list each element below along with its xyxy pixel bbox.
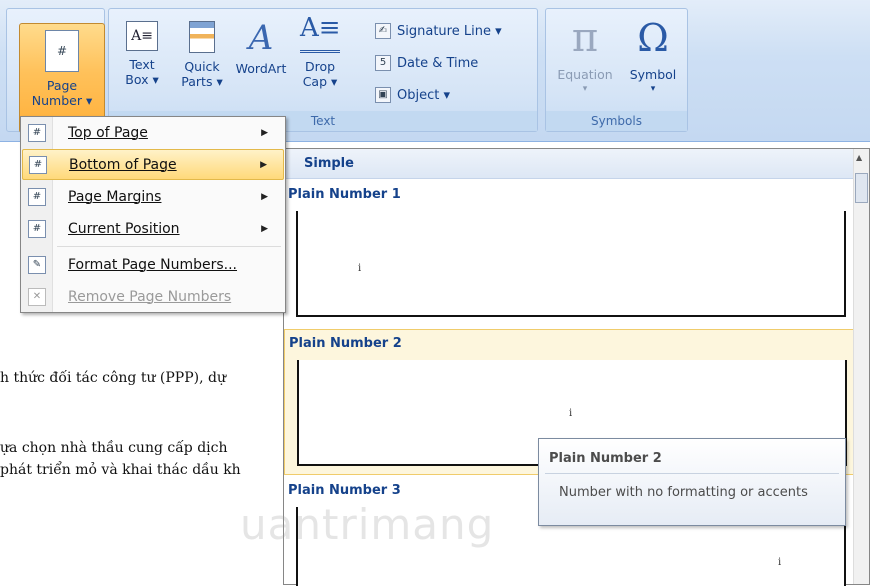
scroll-thumb[interactable] [855,173,868,203]
drop-cap-label-1: Drop [304,59,336,74]
signature-icon: ✍ [375,23,391,39]
document-line-1: h thức đối tác công tư (PPP), dự [0,370,226,386]
pi-icon: π [571,15,599,61]
menu-item-label: Bottom of Page [69,156,177,173]
date-time-label: Date & Time [397,55,479,71]
menu-item-format-page-numbers[interactable]: ✎ Format Page Numbers... [22,249,284,280]
gallery-item-title: Plain Number 2 [289,336,402,351]
quick-parts-label-2: Parts ▾ [181,74,223,89]
gallery-item-title: Plain Number 3 [288,483,401,498]
page-number-label-2: Number ▾ [31,93,93,108]
symbols-group: π Equation ▾ Ω Symbol ▾ Symbols [545,8,688,132]
quick-parts-icon [189,21,215,53]
watermark: uantrimang [240,500,495,549]
object-label: Object ▾ [397,87,450,103]
document-line-3: phát triển mỏ và khai thác dầu kh [0,462,241,478]
symbol-button[interactable]: Ω Symbol ▾ [622,15,684,97]
calendar-icon: 5 [375,55,391,71]
signature-line-button[interactable]: ✍ Signature Line ▾ [375,23,502,39]
menu-item-bottom-of-page[interactable]: # Bottom of Page ▶ [22,149,284,180]
signature-line-label: Signature Line ▾ [397,23,502,39]
wordart-button[interactable]: A WordArt [233,21,289,76]
equation-dropdown-icon: ▾ [582,84,588,94]
menu-item-remove-page-numbers: ✕ Remove Page Numbers [22,281,284,312]
object-button[interactable]: ▣ Object ▾ [375,87,450,103]
equation-button[interactable]: π Equation ▾ [550,15,620,97]
gallery-item-plain-number-1[interactable]: Plain Number 1 i [284,181,854,321]
tooltip-title: Plain Number 2 [549,451,662,466]
gallery-header: Simple [284,149,854,179]
tooltip: Plain Number 2 Number with no formatting… [538,438,846,526]
scroll-up-icon[interactable]: ▲ [856,153,862,162]
gallery-scrollbar[interactable]: ▲ [853,149,869,584]
text-box-button[interactable]: A≡ Text Box ▾ [119,21,165,87]
page-bottom-icon: # [29,155,47,174]
menu-item-label: Format Page Numbers... [68,256,238,273]
date-time-button[interactable]: 5 Date & Time [375,55,478,71]
page-number-preview: i [358,263,362,274]
drop-cap-label-2: Cap ▾ [302,74,338,89]
text-group: A≡ Text Box ▾ Quick Parts ▾ A WordArt A≡… [108,8,538,132]
submenu-arrow-icon: ▶ [261,223,268,234]
object-icon: ▣ [375,87,391,103]
remove-page-numbers-icon: ✕ [28,287,46,306]
page-number-preview: i [778,557,782,568]
menu-item-current-position[interactable]: # Current Position ▶ [22,213,284,244]
text-box-icon: A≡ [126,21,158,51]
page-number-group: # Page Number ▾ [6,8,105,133]
quick-parts-button[interactable]: Quick Parts ▾ [175,21,229,89]
tooltip-separator [545,473,839,474]
text-box-label-1: Text [129,57,155,72]
gallery-item-title: Plain Number 1 [288,187,401,202]
page-number-icon: # [45,30,79,72]
text-box-label-2: Box ▾ [125,72,159,87]
submenu-arrow-icon: ▶ [261,127,268,138]
symbol-label: Symbol [629,67,677,82]
submenu-arrow-icon: ▶ [260,159,267,170]
format-page-numbers-icon: ✎ [28,255,46,274]
menu-item-label: Top of Page [68,124,148,141]
menu-item-label: Current Position [68,220,180,237]
quick-parts-label-1: Quick [184,59,220,74]
menu-separator [57,246,281,247]
page-number-preview: i [569,408,573,419]
menu-item-top-of-page[interactable]: # Top of Page ▶ [22,117,284,148]
page-number-label-1: Page [46,78,78,93]
page-number-menu: # Top of Page ▶ # Bottom of Page ▶ # Pag… [20,116,286,313]
omega-icon: Ω [637,16,669,60]
wordart-icon: A [248,18,274,58]
drop-cap-icon: A≡ [300,11,341,53]
drop-cap-button[interactable]: A≡ Drop Cap ▾ [293,11,347,89]
menu-item-label: Remove Page Numbers [68,288,232,305]
menu-item-page-margins[interactable]: # Page Margins ▶ [22,181,284,212]
document-line-2: ựa chọn nhà thầu cung cấp dịch [0,440,228,456]
page-top-icon: # [28,123,46,142]
symbol-dropdown-icon: ▾ [650,84,656,94]
current-position-icon: # [28,219,46,238]
page-preview: i [296,211,846,317]
menu-item-label: Page Margins [68,188,162,205]
wordart-label: WordArt [235,61,287,76]
tooltip-description: Number with no formatting or accents [559,485,808,500]
submenu-arrow-icon: ▶ [261,191,268,202]
symbols-group-label: Symbols [546,111,687,131]
equation-label: Equation [557,67,613,82]
page-margins-icon: # [28,187,46,206]
